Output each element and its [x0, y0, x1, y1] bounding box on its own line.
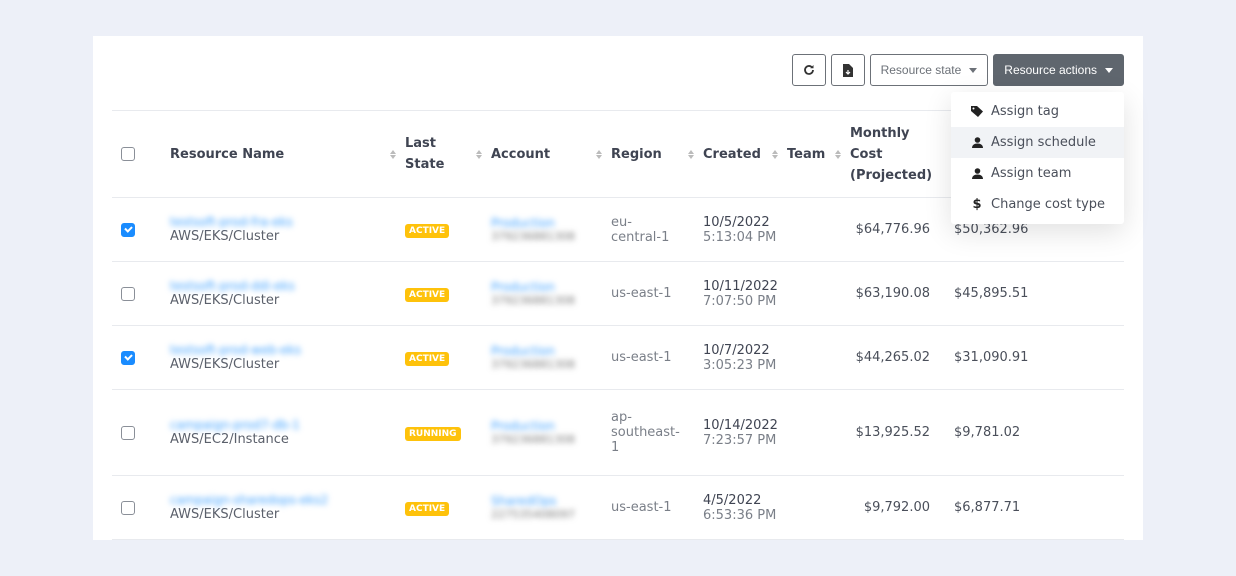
team-cell — [787, 197, 850, 262]
header-account[interactable]: Account — [491, 110, 611, 198]
header-monthly-cost[interactable]: Monthly Cost (Projected) — [850, 110, 934, 198]
monthly-cost-projected: $44,265.02 — [850, 325, 934, 390]
resource-type: AWS/EKS/Cluster — [170, 229, 280, 244]
created-cell: 10/11/2022 7:07:50 PM — [703, 261, 787, 326]
resource-name-link[interactable]: testsoft-prod-ddi-eks — [170, 279, 405, 293]
region-cell: us-east-1 — [611, 261, 703, 326]
sort-icon — [596, 149, 603, 159]
header-team[interactable]: Team — [787, 110, 850, 198]
header-last-state[interactable]: Last State — [405, 110, 491, 198]
account-id: 379236881308 — [491, 358, 575, 371]
monthly-cost-other: $6,877.71 — [934, 475, 1124, 540]
created-cell: 10/14/2022 7:23:57 PM — [703, 389, 787, 476]
monthly-cost-projected: $64,776.96 — [850, 197, 934, 262]
monthly-cost-projected: $13,925.52 — [850, 389, 934, 476]
account-link[interactable]: Production — [491, 344, 611, 358]
account-link[interactable]: Production — [491, 280, 611, 294]
status-badge: ACTIVE — [405, 223, 450, 238]
region-cell: us-east-1 — [611, 475, 703, 540]
resource-type: AWS/EKS/Cluster — [170, 507, 280, 522]
row-checkbox[interactable] — [121, 286, 135, 301]
status-badge: ACTIVE — [405, 351, 450, 366]
created-cell: 4/5/2022 6:53:36 PM — [703, 475, 787, 540]
resource-name-link[interactable]: campaign-prod7-db-1 — [170, 418, 405, 432]
header-created[interactable]: Created — [703, 110, 787, 198]
monthly-cost-other: $45,895.51 — [934, 261, 1124, 326]
dollar-icon: $ — [972, 197, 982, 212]
sort-icon — [476, 149, 483, 159]
created-cell: 10/7/2022 3:05:23 PM — [703, 325, 787, 390]
export-button[interactable] — [830, 54, 865, 86]
header-resource-name[interactable]: Resource Name — [170, 110, 405, 198]
sort-icon — [390, 149, 397, 159]
sort-icon — [835, 149, 842, 159]
created-cell: 10/5/2022 5:13:04 PM — [703, 197, 787, 262]
row-checkbox[interactable] — [121, 425, 135, 440]
resource-name-link[interactable]: campaign-sharedops-eks2 — [170, 493, 405, 507]
user-icon — [971, 168, 983, 179]
refresh-icon — [803, 65, 814, 75]
resource-type: AWS/EKS/Cluster — [170, 293, 280, 308]
region-cell: ap-southeast- 1 — [611, 389, 703, 476]
tag-icon — [971, 106, 983, 117]
row-checkbox[interactable] — [121, 500, 135, 515]
resource-state-label: Resource state — [880, 63, 962, 77]
toolbar: Resource state Resource actions — [791, 54, 1124, 86]
team-cell — [787, 475, 850, 540]
team-cell — [787, 325, 850, 390]
select-all-checkbox[interactable] — [121, 147, 135, 161]
resource-name-link[interactable]: testsoft-prod-web-eks — [170, 343, 405, 357]
monthly-cost-projected: $9,792.00 — [850, 475, 934, 540]
team-cell — [787, 261, 850, 326]
refresh-button[interactable] — [791, 54, 826, 86]
row-checkbox[interactable] — [121, 350, 135, 365]
user-icon — [971, 137, 983, 148]
monthly-cost-other: $9,781.02 — [934, 389, 1124, 476]
monthly-cost-projected: $63,190.08 — [850, 261, 934, 326]
menu-item-assign-tag[interactable]: Assign tag — [951, 96, 1124, 127]
resource-actions-label: Resource actions — [1004, 63, 1097, 77]
region-cell: eu-central-1 — [611, 197, 703, 262]
table-row: campaign-sharedops-eks2 AWS/EKS/Cluster A… — [112, 475, 1124, 540]
account-id: 227535408097 — [491, 508, 575, 521]
table-row: testsoft-prod-web-eks AWS/EKS/Cluster ACT… — [112, 325, 1124, 390]
resource-actions-button[interactable]: Resource actions — [993, 54, 1124, 86]
account-link[interactable]: Production — [491, 216, 611, 230]
monthly-cost-other: $31,090.91 — [934, 325, 1124, 390]
status-badge: RUNNING — [405, 426, 461, 441]
row-checkbox[interactable] — [121, 222, 135, 237]
resource-name-link[interactable]: testsoft-prod-fra-eks — [170, 215, 405, 229]
sort-icon — [688, 149, 695, 159]
account-link[interactable]: SharedOps — [491, 494, 611, 508]
resource-type: AWS/EC2/Instance — [170, 432, 289, 447]
account-id: 379236881308 — [491, 294, 575, 307]
caret-down-icon — [969, 67, 978, 73]
resource-state-dropdown[interactable]: Resource state — [869, 54, 989, 86]
table-row: testsoft-prod-ddi-eks AWS/EKS/Cluster ACT… — [112, 261, 1124, 326]
account-id: 379236881308 — [491, 230, 575, 243]
status-badge: ACTIVE — [405, 287, 450, 302]
region-cell: us-east-1 — [611, 325, 703, 390]
team-cell — [787, 389, 850, 476]
account-link[interactable]: Production — [491, 419, 611, 433]
table-row: campaign-prod7-db-1 AWS/EC2/Instance RUNN… — [112, 389, 1124, 476]
resource-type: AWS/EKS/Cluster — [170, 357, 280, 372]
menu-item-assign-schedule[interactable]: Assign schedule — [951, 127, 1124, 158]
header-region[interactable]: Region — [611, 110, 703, 198]
sort-icon — [772, 149, 779, 159]
account-id: 379236881308 — [491, 433, 575, 446]
file-download-icon — [842, 63, 853, 77]
menu-item-assign-team[interactable]: Assign team — [951, 158, 1124, 189]
menu-item-change-cost-type[interactable]: $ Change cost type — [951, 189, 1124, 220]
caret-down-icon — [1105, 67, 1113, 73]
status-badge: ACTIVE — [405, 501, 450, 516]
resource-actions-menu: Assign tag Assign schedule Assign team $… — [951, 92, 1124, 224]
